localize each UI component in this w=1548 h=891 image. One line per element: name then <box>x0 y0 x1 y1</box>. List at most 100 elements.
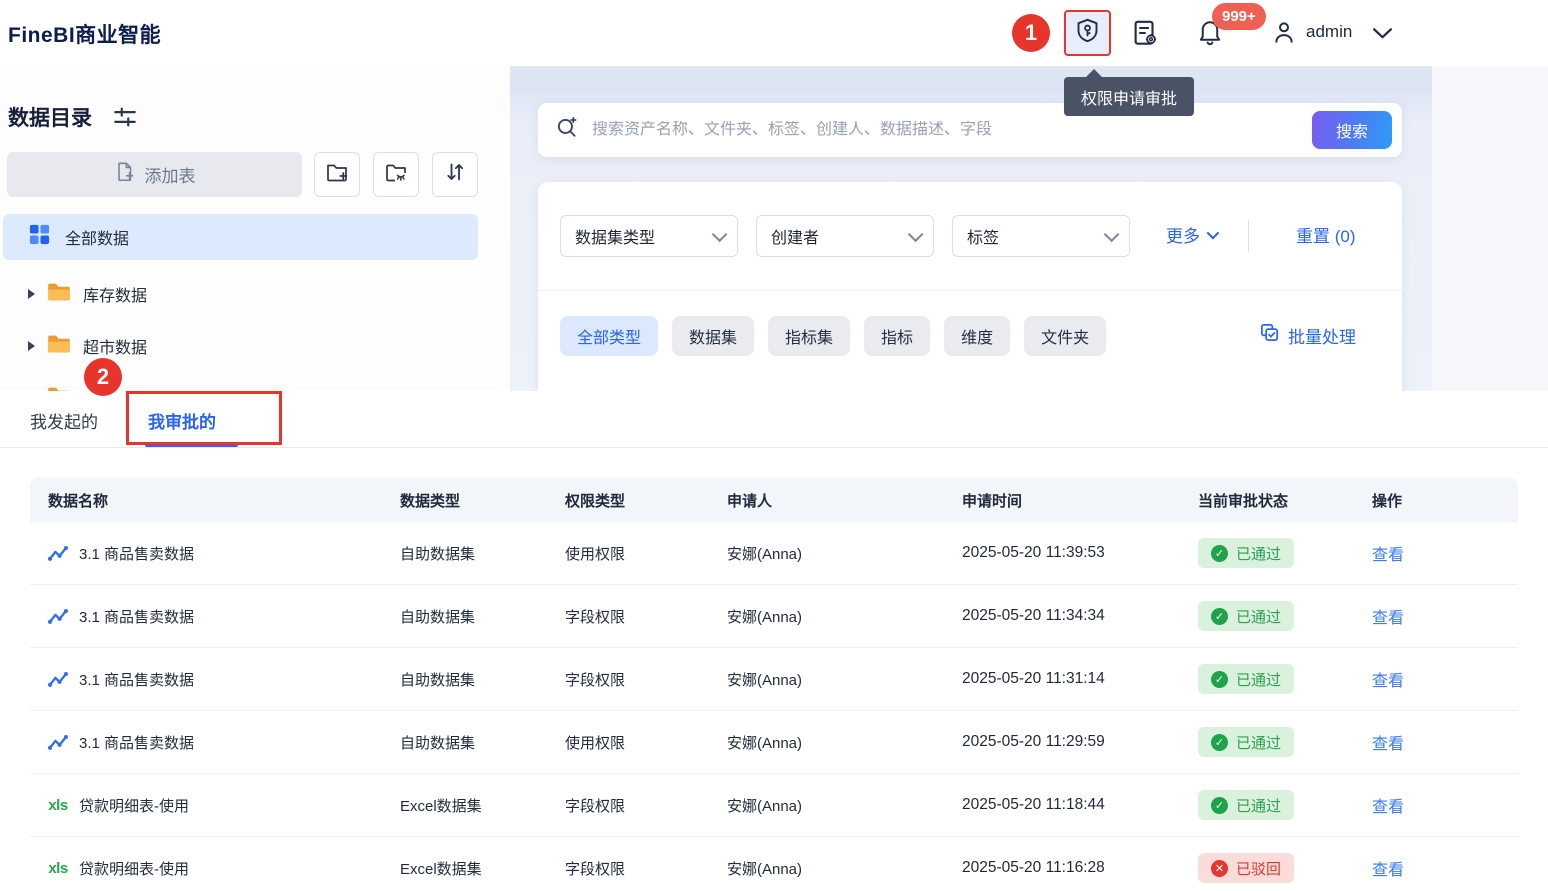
asset-browser-main: 搜索 数据集类型 创建者 <box>510 66 1432 391</box>
status-badge: 已通过 <box>1198 538 1295 568</box>
top-header: FineBI商业智能 999+ admin <box>0 0 1548 66</box>
right-strip <box>1432 66 1548 391</box>
sort-button[interactable] <box>432 152 478 197</box>
data-name-text: 3.1 商品售卖数据 <box>79 734 195 752</box>
chevron-down-icon <box>711 226 728 242</box>
sidebar-title: 数据目录 <box>8 107 92 130</box>
table-body: xls 3.1 商品售卖数据 自助数据集 使用权限 安娜(Anna) 2025-… <box>30 522 1518 891</box>
permission-approval-button[interactable] <box>1064 10 1111 56</box>
batch-check-icon <box>1259 322 1280 348</box>
type-filter-pills: 全部类型 数据集 指标集 指标 维度 文件夹 <box>560 316 1107 356</box>
status-cell: 已通过 <box>1198 727 1372 757</box>
apply-time-cell: 2025-05-20 11:31:14 <box>962 670 1105 687</box>
type-pill[interactable]: 数据集 <box>672 316 755 356</box>
status-cell: 已通过 <box>1198 601 1372 631</box>
filter-panel: 数据集类型 创建者 标签 更多 重置 (0) 全部类型 数据集 指标集 指标 维… <box>538 182 1402 391</box>
new-folder-button[interactable] <box>314 152 360 197</box>
status-badge: 已通过 <box>1198 664 1295 694</box>
action-cell: 查看 <box>1372 604 1518 628</box>
data-type-cell: 自助数据集 <box>400 671 476 689</box>
chevron-down-icon <box>907 226 924 242</box>
col-header: 操作 <box>1372 492 1403 510</box>
status-badge: 已驳回 <box>1198 853 1295 883</box>
action-cell: 查看 <box>1372 667 1518 691</box>
grid-icon <box>28 223 51 251</box>
status-label: 已通过 <box>1236 797 1282 815</box>
divider <box>0 447 1548 448</box>
caret-right-icon[interactable] <box>28 289 35 299</box>
admin-username[interactable]: admin <box>1306 22 1352 42</box>
tree-item-label: 库存数据 <box>83 288 148 305</box>
view-link[interactable]: 查看 <box>1372 736 1404 753</box>
col-header: 当前审批状态 <box>1198 492 1289 510</box>
shield-key-icon <box>1074 17 1101 49</box>
status-label: 已通过 <box>1236 734 1282 752</box>
table-header-row: 数据名称 数据类型 权限类型 申请人 申请时间 当前审批状态 操作 <box>30 478 1518 522</box>
folder-icon <box>47 282 71 307</box>
filter-dropdown[interactable]: 数据集类型 <box>560 215 738 257</box>
action-cell: 查看 <box>1372 541 1518 565</box>
type-pill[interactable]: 指标集 <box>768 316 851 356</box>
col-header: 申请人 <box>727 492 773 510</box>
sidebar-item-partial-folder[interactable] <box>3 375 478 391</box>
search-input[interactable] <box>592 121 1312 139</box>
folder-icon <box>47 334 71 359</box>
status-label: 已通过 <box>1236 671 1282 689</box>
data-name-cell: xls 贷款明细表-使用 <box>48 858 400 879</box>
tab-approved-by-me[interactable]: 我审批的 <box>148 408 216 433</box>
caret-right-icon[interactable] <box>28 341 35 351</box>
batch-process-link[interactable]: 批量处理 <box>1259 322 1356 348</box>
divider <box>1248 220 1249 252</box>
more-filters-link[interactable]: 更多 <box>1166 222 1220 247</box>
sidebar-item-all-data[interactable]: 全部数据 <box>3 214 478 260</box>
view-link[interactable]: 查看 <box>1372 799 1404 816</box>
tree-item-label: 超市数据 <box>83 340 148 357</box>
divider <box>538 290 1402 291</box>
status-badge: 已通过 <box>1198 790 1295 820</box>
user-icon <box>1270 22 1298 50</box>
type-pill[interactable]: 文件夹 <box>1024 316 1107 356</box>
tab-initiated-by-me[interactable]: 我发起的 <box>30 408 98 433</box>
sidebar-item-inventory-data[interactable]: 库存数据 <box>3 271 478 317</box>
dropdown-label: 标签 <box>967 230 1000 247</box>
catalog-settings-icon[interactable] <box>112 104 138 135</box>
apply-time-cell: 2025-05-20 11:16:28 <box>962 859 1105 876</box>
type-pill[interactable]: 全部类型 <box>560 316 659 356</box>
permission-type-cell: 字段权限 <box>565 860 626 878</box>
view-link[interactable]: 查看 <box>1372 610 1404 627</box>
status-dot-icon <box>1211 796 1228 814</box>
permission-type-cell: 字段权限 <box>565 608 626 626</box>
hide-folder-button[interactable] <box>373 152 419 197</box>
sidebar-item-supermarket-data[interactable]: 超市数据 <box>3 323 478 369</box>
filter-dropdown[interactable]: 创建者 <box>756 215 934 257</box>
more-label: 更多 <box>1166 227 1200 246</box>
folder-plus-icon <box>325 160 349 189</box>
chevron-down-icon[interactable] <box>1372 27 1393 45</box>
data-type-cell: 自助数据集 <box>400 545 476 563</box>
permission-approval-tooltip: 权限申请审批 <box>1064 69 1195 116</box>
type-pill[interactable]: 维度 <box>944 316 1011 356</box>
dataset-type-icon: xls <box>48 796 68 814</box>
folder-hidden-eye-icon <box>384 160 408 189</box>
template-manage-button[interactable] <box>1130 18 1160 53</box>
batch-label: 批量处理 <box>1288 327 1356 347</box>
workspace: 数据目录 添加表 全部数据 库存数据 超市数据 搜索资产名称、文件夹、标签、创建… <box>0 66 1548 391</box>
view-link[interactable]: 查看 <box>1372 862 1404 879</box>
data-name-cell: xls 贷款明细表-使用 <box>48 795 400 816</box>
user-menu[interactable] <box>1270 18 1298 51</box>
type-pill[interactable]: 指标 <box>864 316 931 356</box>
data-catalog-sidebar: 数据目录 添加表 全部数据 库存数据 超市数据 <box>0 66 510 391</box>
data-type-cell: Excel数据集 <box>400 860 482 878</box>
view-link[interactable]: 查看 <box>1372 673 1404 690</box>
data-name-text: 贷款明细表-使用 <box>79 797 189 815</box>
chevron-down-icon <box>1206 226 1220 240</box>
permission-type-cell: 字段权限 <box>565 797 626 815</box>
search-button[interactable]: 搜索 <box>1312 111 1392 149</box>
data-name-text: 3.1 商品售卖数据 <box>79 545 195 563</box>
filter-dropdown[interactable]: 标签 <box>952 215 1130 257</box>
applicant-cell: 安娜(Anna) <box>727 860 803 878</box>
table-row: xls 3.1 商品售卖数据 自助数据集 使用权限 安娜(Anna) 2025-… <box>30 522 1518 585</box>
add-table-button[interactable]: 添加表 <box>7 152 302 197</box>
view-link[interactable]: 查看 <box>1372 547 1404 564</box>
reset-filters-link[interactable]: 重置 (0) <box>1296 222 1356 247</box>
